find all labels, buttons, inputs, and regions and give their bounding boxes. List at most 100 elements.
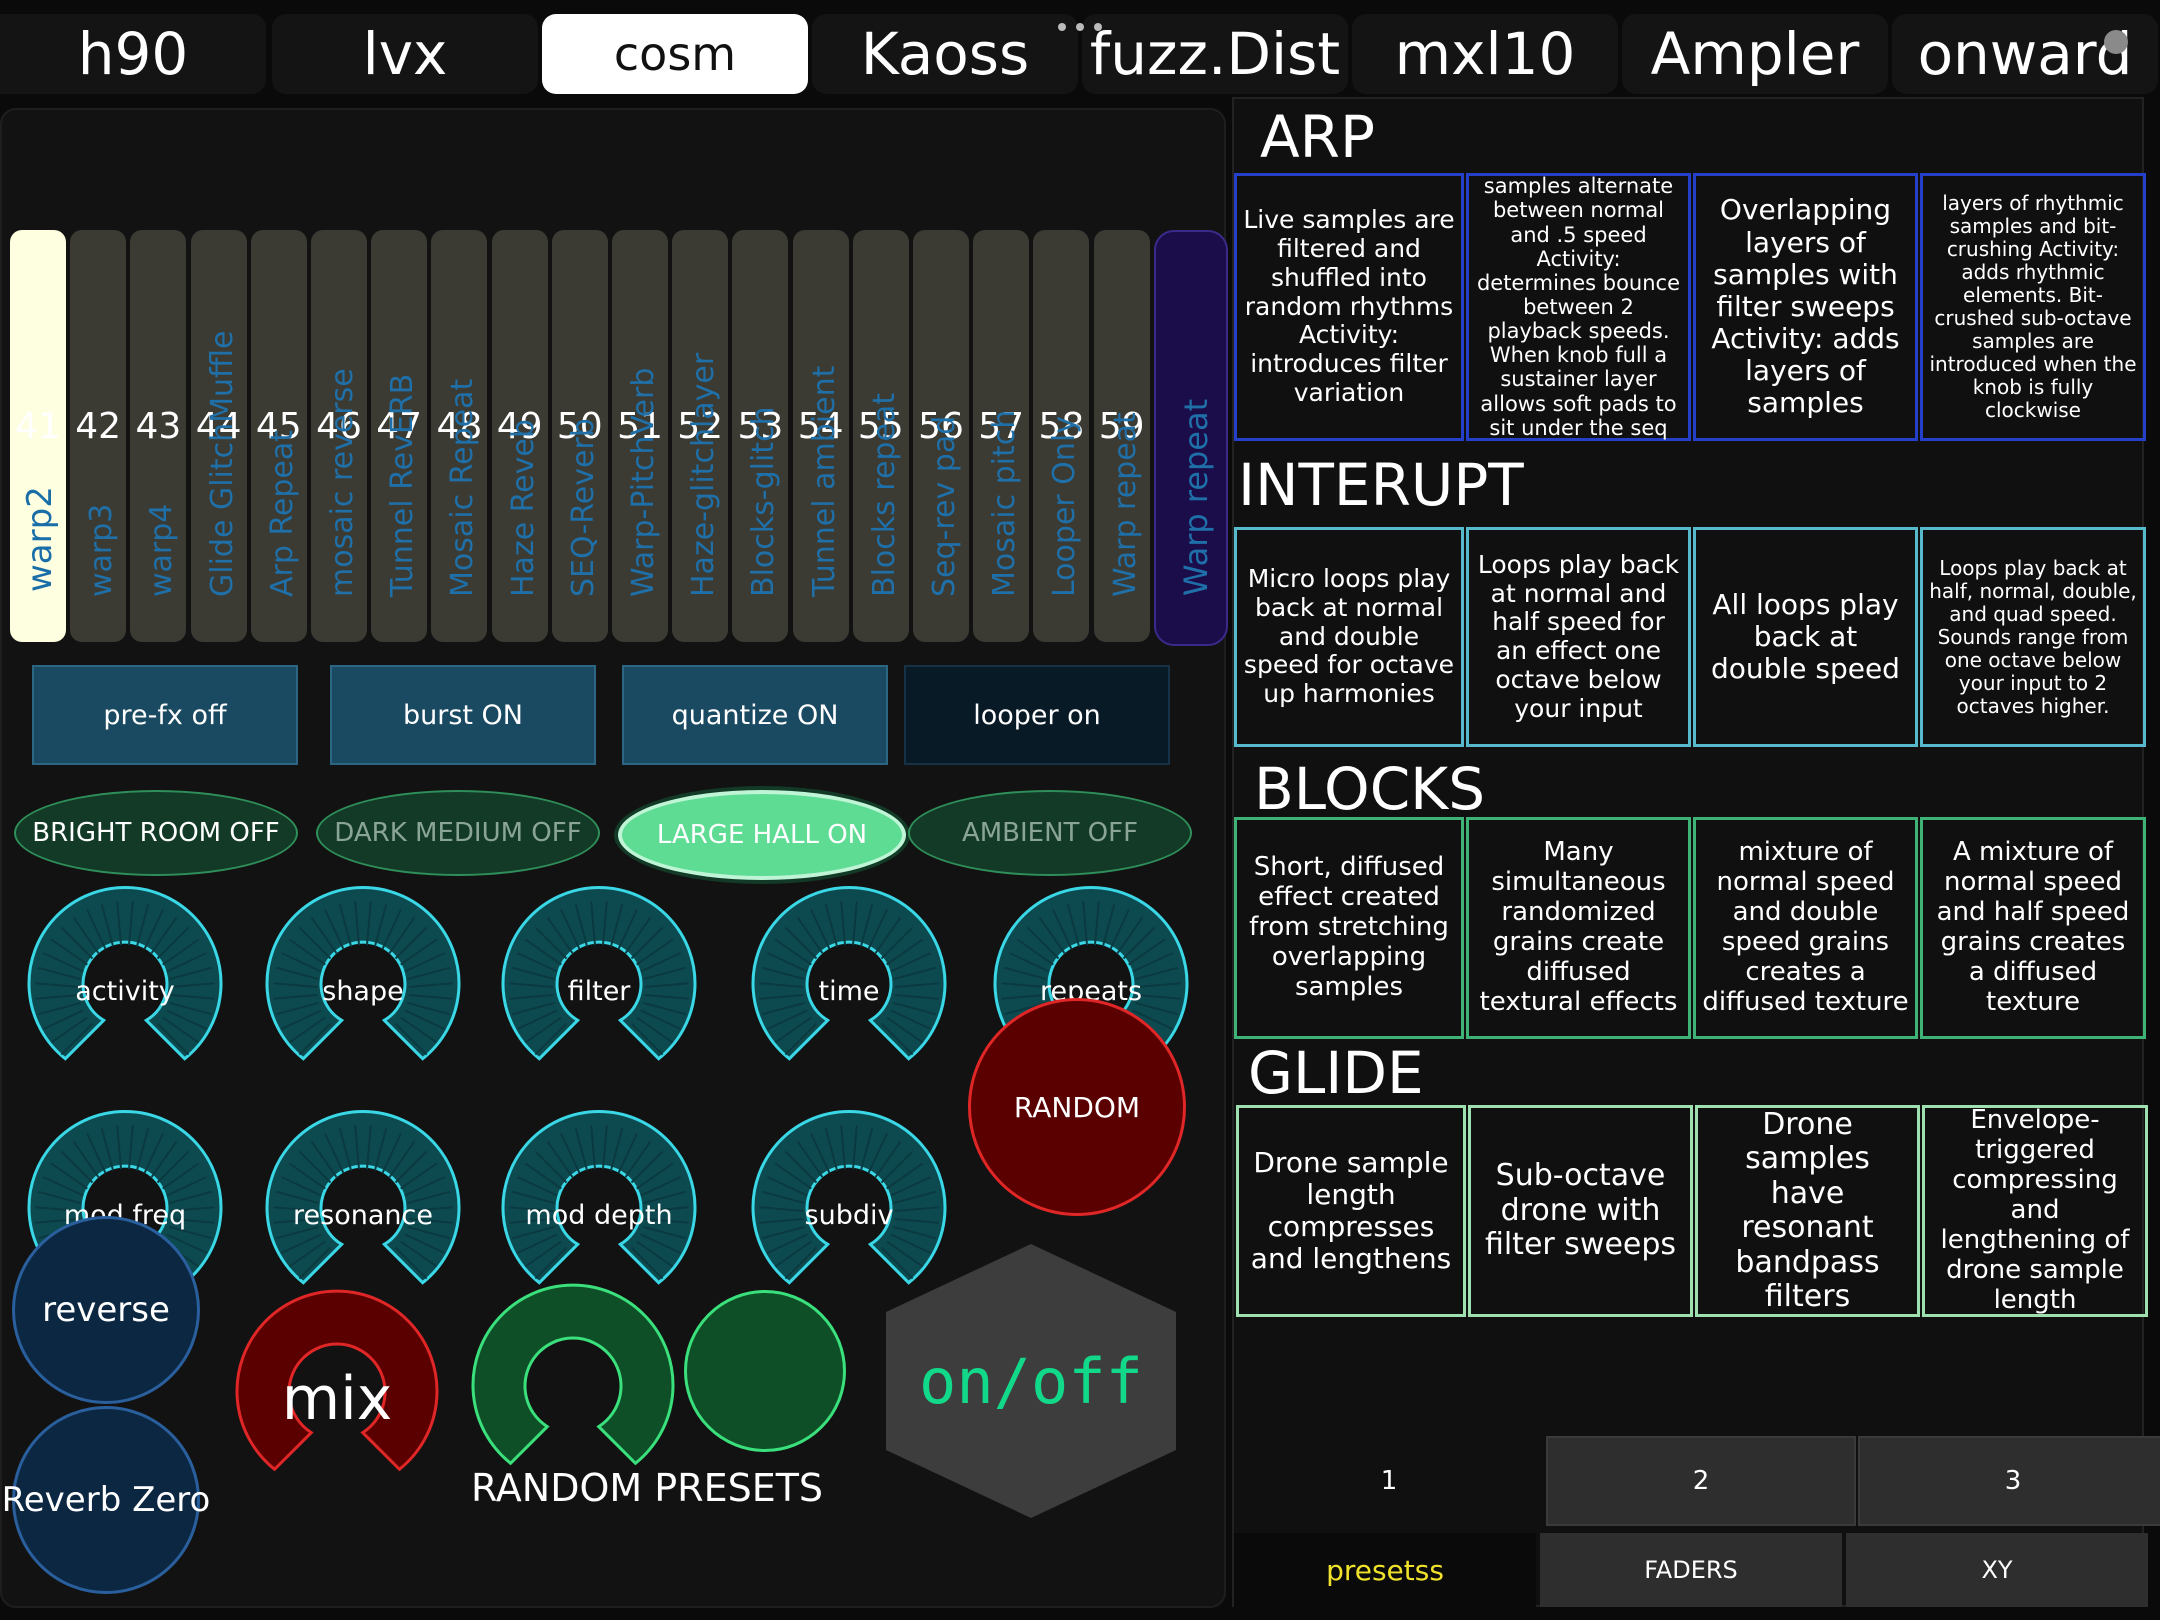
preset-fader-47[interactable]: 47 Tunnel RevERB xyxy=(371,230,428,642)
preset-label: warp2 xyxy=(20,486,60,592)
preset-fader-59[interactable]: 59 Warp repeat xyxy=(1093,230,1150,642)
on-off-button[interactable]: on/off xyxy=(886,1244,1176,1518)
page-tab-2[interactable]: 2 xyxy=(1546,1436,1856,1526)
activity-knob[interactable]: activity xyxy=(18,884,232,1098)
preset-fader-52[interactable]: 52 Haze-glitchlayer xyxy=(672,230,729,642)
blocks-mode-cell[interactable]: Short, diffused effect created from stre… xyxy=(1234,817,1464,1039)
preset-label: Blocks repeat xyxy=(866,392,902,597)
ambient-button[interactable]: AMBIENT OFF xyxy=(908,790,1192,876)
preset-fader-last[interactable]: Warp repeat xyxy=(1153,230,1228,646)
interupt-mode-description: All loops play back at double speed xyxy=(1711,587,1900,686)
tab-presetss[interactable]: presetss xyxy=(1234,1533,1536,1607)
preset-fader-56[interactable]: 56 Seq-rev pad xyxy=(913,230,969,642)
quantize-toggle[interactable]: quantize ON xyxy=(622,665,888,765)
glide-mode-description: Drone samples have resonant bandpass fil… xyxy=(1735,1106,1880,1314)
reverse-button[interactable]: reverse xyxy=(12,1216,200,1404)
preset-label: mosaic reverse xyxy=(325,368,360,597)
interupt-mode-description: Loops play back at normal and half speed… xyxy=(1477,549,1680,723)
arp-mode-cell[interactable]: Overlapping layers of samples with filte… xyxy=(1693,173,1918,441)
preset-label: warp3 xyxy=(84,503,120,597)
dark-medium-button[interactable]: DARK MEDIUM OFF xyxy=(316,790,600,876)
preset-fader-49[interactable]: 49 Haze Reveb xyxy=(491,230,548,642)
large-hall-button[interactable]: LARGE HALL ON xyxy=(618,790,906,880)
activity-label: activity xyxy=(75,975,175,1007)
preset-fader-50[interactable]: 50 SEQ-Reverb xyxy=(551,230,608,642)
interupt-mode-cell[interactable]: Loops play back at normal and half speed… xyxy=(1466,527,1691,747)
burst-label: burst ON xyxy=(402,699,524,731)
pre-fx-toggle[interactable]: pre-fx off xyxy=(32,665,298,765)
page-tab-3[interactable]: 3 xyxy=(1858,1436,2160,1526)
glide-title: GLIDE xyxy=(1248,1039,1424,1107)
preset-label: warp4 xyxy=(144,503,180,597)
arp-mode-description: Live samples are filtered and shuffled i… xyxy=(1243,205,1455,407)
tab-kaoss[interactable]: Kaoss xyxy=(812,14,1078,94)
preset-fader-54[interactable]: 54 Tunnel ambient xyxy=(792,230,849,642)
quantize-label: quantize ON xyxy=(671,699,839,731)
shape-knob[interactable]: shape xyxy=(256,884,470,1098)
tab-lvx[interactable]: lvx xyxy=(272,14,538,94)
tab-fuzz-dist[interactable]: fuzz.Dist xyxy=(1082,14,1348,94)
tab-xy[interactable]: XY xyxy=(1846,1533,2148,1607)
page-tab-1[interactable]: 1 xyxy=(1234,1436,1544,1526)
arp-mode-cell[interactable]: Live samples are filtered and shuffled i… xyxy=(1234,173,1464,441)
tab-mxl10[interactable]: mxl10 xyxy=(1352,14,1618,94)
looper-toggle[interactable]: looper on xyxy=(904,665,1170,765)
preset-label: Arp Repeat xyxy=(264,429,300,597)
preset-fader-43[interactable]: 43 warp4 xyxy=(130,230,187,642)
time-knob[interactable]: time xyxy=(742,884,956,1098)
tab-label: Kaoss xyxy=(860,20,1030,88)
glide-mode-cell[interactable]: Envelope-triggered compressing and lengt… xyxy=(1922,1105,2148,1317)
preset-fader-46[interactable]: 46 mosaic reverse xyxy=(311,230,367,642)
tab-label: mxl10 xyxy=(1394,20,1576,88)
tab-h90[interactable]: h90 xyxy=(0,14,266,94)
tab-faders[interactable]: FADERS xyxy=(1540,1533,1842,1607)
reverb-zero-button[interactable]: Reverb Zero xyxy=(2,1406,210,1594)
arp-title: ARP xyxy=(1260,103,1375,171)
preset-fader-58[interactable]: 58 Looper Only xyxy=(1033,230,1090,642)
tab-label: fuzz.Dist xyxy=(1089,20,1341,88)
tab-onward[interactable]: onward xyxy=(1892,14,2158,94)
preset-fader-41[interactable]: 41 warp2 xyxy=(10,230,66,642)
preset-fader-45[interactable]: 45 Arp Repeat xyxy=(250,230,307,642)
blocks-mode-cell[interactable]: A mixture of normal speed and half speed… xyxy=(1920,817,2146,1039)
filter-knob[interactable]: filter xyxy=(492,884,706,1098)
preset-label: SEQ-Reverb xyxy=(565,418,601,597)
blocks-mode-cell[interactable]: Many simultaneous randomized grains crea… xyxy=(1466,817,1691,1039)
interupt-mode-cell[interactable]: Loops play back at half, normal, double,… xyxy=(1920,527,2146,747)
preset-fader-55[interactable]: 55 Blocks repeat xyxy=(852,230,909,642)
tab-label: h90 xyxy=(77,20,189,88)
arp-mode-cell[interactable]: samples alternate between normal and .5 … xyxy=(1466,173,1691,441)
interupt-mode-cell[interactable]: Micro loops play back at normal and doub… xyxy=(1234,527,1464,747)
ambient-label: AMBIENT OFF xyxy=(961,818,1139,848)
bright-room-button[interactable]: BRIGHT ROOM OFF xyxy=(14,790,298,876)
pre-fx-label: pre-fx off xyxy=(103,699,227,731)
preset-fader-57[interactable]: 57 Mosaic pitch xyxy=(973,230,1030,642)
random-presets-trigger[interactable] xyxy=(684,1290,846,1452)
glide-mode-cell[interactable]: Sub-octave drone with filter sweeps xyxy=(1468,1105,1693,1317)
on-off-label: on/off xyxy=(919,1344,1143,1418)
tab-ampler[interactable]: Ampler xyxy=(1622,14,1888,94)
tab-cosm[interactable]: cosm xyxy=(542,14,808,94)
preset-fader-42[interactable]: 42 warp3 xyxy=(70,230,127,642)
preset-label: Haze Reveb xyxy=(505,419,541,597)
blocks-mode-description: mixture of normal speed and double speed… xyxy=(1702,837,1909,1017)
random-button[interactable]: RANDOM xyxy=(968,998,1186,1216)
preset-label: Mosaic Repeat xyxy=(445,378,481,597)
tab-label: onward xyxy=(1917,20,2133,88)
blocks-mode-cell[interactable]: mixture of normal speed and double speed… xyxy=(1693,817,1918,1039)
glide-mode-cell[interactable]: Drone samples have resonant bandpass fil… xyxy=(1695,1105,1920,1317)
status-dot-icon xyxy=(2104,30,2128,54)
glide-mode-cell[interactable]: Drone sample length compresses and lengt… xyxy=(1236,1105,1466,1317)
burst-toggle[interactable]: burst ON xyxy=(330,665,596,765)
preset-fader-44[interactable]: 44 Glide GlitchMuffle xyxy=(190,230,247,642)
more-dots-icon[interactable] xyxy=(1058,16,1102,31)
page-tab-label: 3 xyxy=(2004,1466,2022,1496)
arp-mode-description: Overlapping layers of samples with filte… xyxy=(1711,193,1900,420)
interupt-mode-cell[interactable]: All loops play back at double speed xyxy=(1693,527,1918,747)
interupt-mode-description: Loops play back at half, normal, double,… xyxy=(1929,555,2137,718)
preset-fader-48[interactable]: 48 Mosaic Repeat xyxy=(431,230,488,642)
blocks-mode-description: Short, diffused effect created from stre… xyxy=(1249,852,1449,1002)
arp-mode-cell[interactable]: layers of rhythmic samples and bit-crush… xyxy=(1920,173,2146,441)
preset-fader-53[interactable]: 53 Blocks-glitch xyxy=(732,230,789,642)
preset-fader-51[interactable]: 51 Warp-PitchVerb xyxy=(612,230,668,642)
